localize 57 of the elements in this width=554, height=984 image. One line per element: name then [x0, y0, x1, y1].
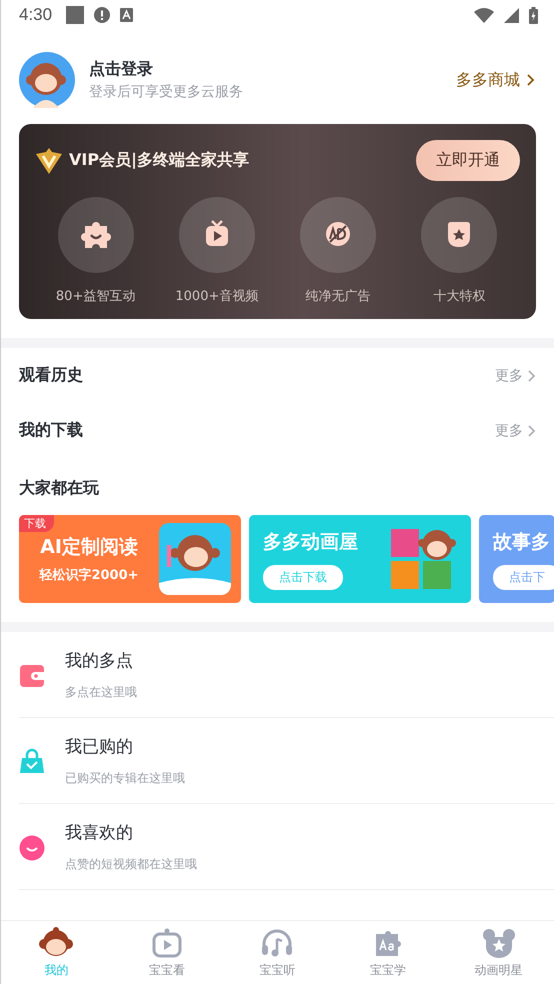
- download-button[interactable]: 点击下载: [263, 564, 343, 590]
- battery-icon: [529, 6, 538, 24]
- tab[interactable]: 我的: [1, 921, 112, 984]
- perk-label: 1000+音视频: [175, 288, 258, 305]
- clock: 4:30: [19, 5, 52, 25]
- signal-icon: [504, 8, 519, 22]
- shopping-bag-icon: [19, 746, 45, 774]
- more-link[interactable]: 更多: [495, 422, 536, 440]
- menu-title: 我已购的: [65, 736, 134, 758]
- section-title: 我的下载: [19, 420, 84, 441]
- menu-item[interactable]: 我喜欢的 点赞的短视频都在这里哦: [19, 804, 554, 890]
- menu-subtitle: 点赞的短视频都在这里哦: [65, 856, 197, 872]
- menu-subtitle: 已购买的专辑在这里哦: [65, 770, 185, 786]
- tab[interactable]: 宝宝看: [112, 921, 222, 984]
- chevron-icon: [527, 368, 536, 382]
- promo-title: 多多动画屋: [263, 530, 359, 554]
- perk-label: 十大特权: [433, 288, 486, 305]
- shop-link[interactable]: 多多商城: [456, 70, 536, 90]
- download-badge: 下载: [19, 515, 54, 532]
- menu-item[interactable]: 我已购的 已购买的专辑在这里哦: [19, 718, 554, 804]
- vip-title: VIP会员|多终端全家共享: [69, 150, 250, 171]
- perk-label: 80+益智互动: [56, 288, 136, 305]
- menu-title: 我喜欢的: [65, 822, 134, 844]
- more-link[interactable]: 更多: [495, 366, 536, 384]
- puzzle-icon[interactable]: [58, 197, 134, 273]
- tab[interactable]: 动画明星: [443, 921, 554, 984]
- video-icon[interactable]: [178, 197, 255, 273]
- diamond-icon: [35, 148, 63, 174]
- promo-card[interactable]: 下载 AI定制阅读 轻松识字2000+: [19, 515, 241, 603]
- tab[interactable]: 宝宝听: [222, 921, 333, 984]
- login-subtitle: 登录后可享受更多云服务: [89, 83, 244, 101]
- promo-subtitle: 轻松识字2000+: [39, 566, 139, 584]
- smile-icon: [19, 832, 45, 860]
- notification-icon: [66, 6, 84, 24]
- wifi-icon: [474, 8, 494, 22]
- star-badge-icon: [480, 926, 517, 958]
- section-title: 大家都在玩: [18, 477, 100, 499]
- promo-title: AI定制阅读: [40, 535, 138, 560]
- promo-card[interactable]: 多多动画屋 点击下载: [249, 515, 471, 603]
- keyboard-icon: [120, 8, 134, 22]
- menu-title: 我的多点: [65, 650, 134, 672]
- tab[interactable]: 宝宝学: [332, 921, 444, 984]
- section-title: 观看历史: [19, 365, 84, 386]
- menu-subtitle: 多点在这里哦: [65, 684, 137, 700]
- promo-title: 故事多: [493, 530, 551, 554]
- alert-icon: [94, 7, 110, 23]
- no-ads-icon[interactable]: [300, 197, 376, 273]
- download-button[interactable]: 点击下: [493, 564, 554, 590]
- chevron-icon: [526, 73, 536, 87]
- promo-card[interactable]: 故事多 点击下: [479, 515, 554, 603]
- chevron-icon: [527, 424, 536, 438]
- monkey-icon: [38, 926, 74, 958]
- subscribe-button[interactable]: 立即开通: [416, 140, 520, 181]
- avatar-icon[interactable]: [19, 52, 75, 108]
- menu-item[interactable]: 我的多点 多点在这里哦: [19, 632, 554, 718]
- login-title[interactable]: 点击登录: [89, 59, 442, 80]
- perk-label: 纯净无广告: [306, 288, 371, 305]
